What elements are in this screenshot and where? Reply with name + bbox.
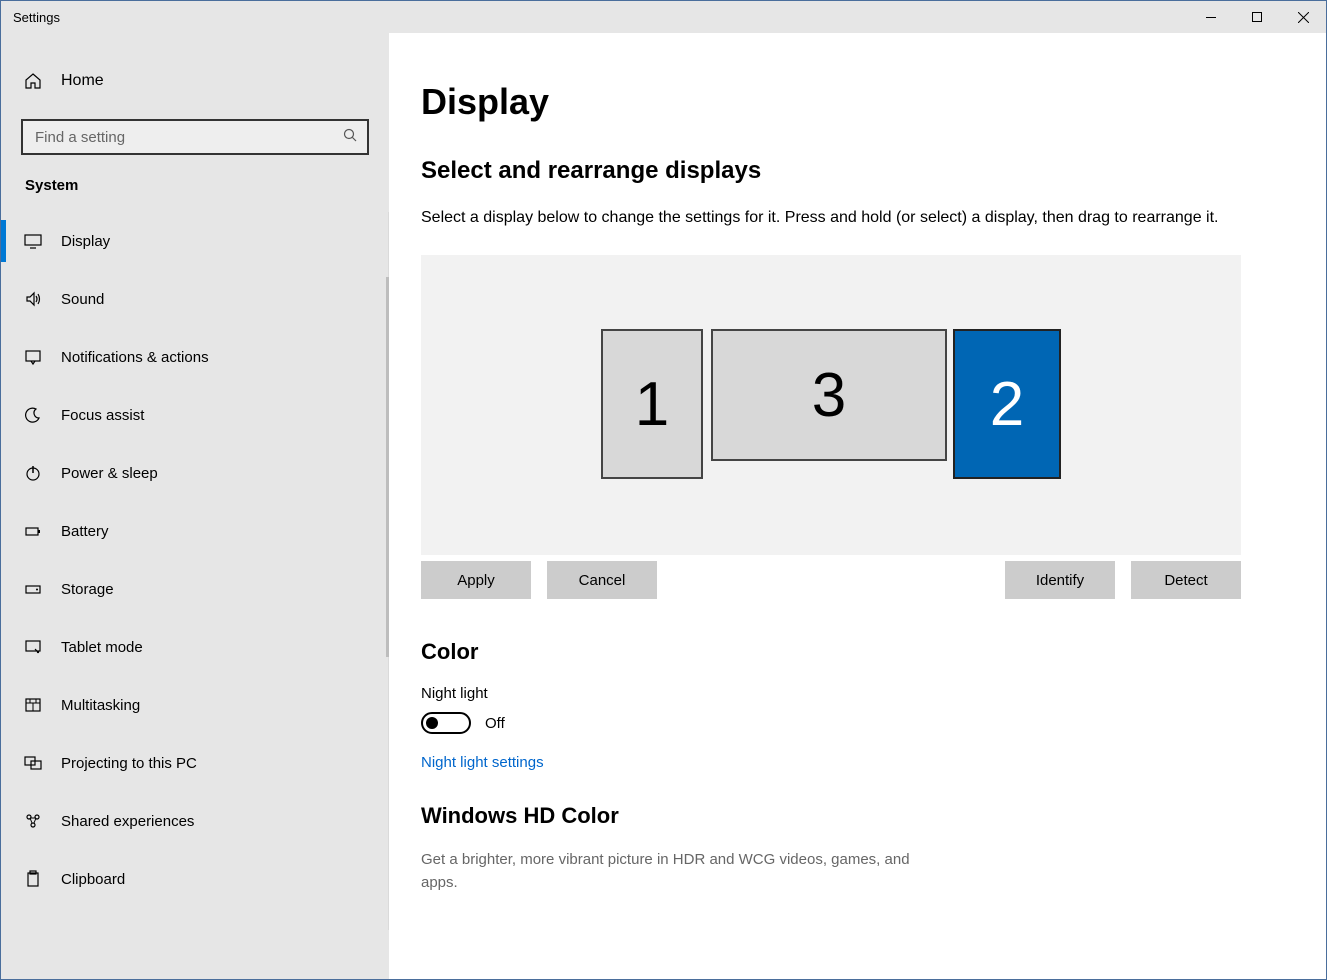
sidebar-item-multitasking[interactable]: Multitasking [1, 676, 388, 734]
sidebar-item-projecting-to-this-pc[interactable]: Projecting to this PC [1, 734, 388, 792]
section-label: System [1, 177, 389, 212]
minimize-icon [1206, 17, 1216, 18]
sidebar-item-label: Multitasking [61, 697, 140, 714]
share-icon [23, 811, 43, 831]
night-light-toggle[interactable] [421, 712, 471, 734]
window-controls [1188, 1, 1326, 33]
sidebar-item-label: Power & sleep [61, 465, 158, 482]
sidebar-item-label: Storage [61, 581, 114, 598]
sidebar-item-label: Battery [61, 523, 109, 540]
sidebar-item-focus-assist[interactable]: Focus assist [1, 386, 388, 444]
moon-icon [23, 405, 43, 425]
search-container [1, 119, 389, 177]
sidebar-item-shared-experiences[interactable]: Shared experiences [1, 792, 388, 850]
sidebar-item-notifications-actions[interactable]: Notifications & actions [1, 328, 388, 386]
identify-button[interactable]: Identify [1005, 561, 1115, 599]
sidebar-item-label: Notifications & actions [61, 349, 209, 366]
sidebar-item-storage[interactable]: Storage [1, 560, 388, 618]
sidebar-item-display[interactable]: Display [1, 212, 388, 270]
sidebar-item-tablet-mode[interactable]: Tablet mode [1, 618, 388, 676]
notify-icon [23, 347, 43, 367]
maximize-button[interactable] [1234, 1, 1280, 33]
sidebar-item-clipboard[interactable]: Clipboard [1, 850, 388, 908]
hdr-description: Get a brighter, more vibrant picture in … [421, 849, 941, 894]
window-title: Settings [13, 10, 60, 25]
search-icon [343, 128, 357, 146]
close-icon [1298, 12, 1309, 23]
hdr-heading: Windows HD Color [421, 803, 1262, 829]
minimize-button[interactable] [1188, 1, 1234, 33]
sidebar-items: Display Sound Notifications & actions Focus… [1, 212, 389, 930]
apply-button[interactable]: Apply [421, 561, 531, 599]
detect-button[interactable]: Detect [1131, 561, 1241, 599]
window-body: Home System Display Sound Notifications & … [1, 33, 1326, 979]
sidebar-item-battery[interactable]: Battery [1, 502, 388, 560]
home-icon [23, 71, 43, 91]
close-button[interactable] [1280, 1, 1326, 33]
battery-icon [23, 521, 43, 541]
cancel-button[interactable]: Cancel [547, 561, 657, 599]
titlebar: Settings [1, 1, 1326, 33]
scrollbar[interactable] [386, 277, 389, 657]
home-label: Home [61, 72, 104, 90]
sidebar-item-label: Tablet mode [61, 639, 143, 656]
color-heading: Color [421, 639, 1262, 665]
page-title: Display [421, 81, 1262, 123]
power-icon [23, 463, 43, 483]
monitor-3[interactable]: 3 [711, 329, 947, 461]
section-heading: Select and rearrange displays [421, 157, 1262, 185]
sidebar-item-power-sleep[interactable]: Power & sleep [1, 444, 388, 502]
tablet-icon [23, 637, 43, 657]
night-light-label: Night light [421, 685, 1262, 702]
sound-icon [23, 289, 43, 309]
sidebar-item-label: Display [61, 233, 110, 250]
sidebar-item-label: Projecting to this PC [61, 755, 197, 772]
search-input[interactable] [21, 119, 369, 155]
main-content: Display Select and rearrange displays Se… [389, 33, 1326, 979]
home-button[interactable]: Home [1, 61, 389, 101]
night-light-toggle-row: Off [421, 712, 1262, 734]
maximize-icon [1252, 12, 1262, 22]
night-light-settings-link[interactable]: Night light settings [421, 754, 544, 771]
monitor-2[interactable]: 2 [953, 329, 1061, 479]
toggle-state-label: Off [485, 715, 505, 732]
display-buttons-row: Apply Cancel Identify Detect [421, 561, 1241, 599]
sidebar-item-sound[interactable]: Sound [1, 270, 388, 328]
toggle-knob-icon [426, 717, 438, 729]
monitor-icon [23, 231, 43, 251]
section-description: Select a display below to change the set… [421, 207, 1251, 229]
sidebar-item-label: Shared experiences [61, 813, 194, 830]
sidebar-item-label: Sound [61, 291, 104, 308]
multi-icon [23, 695, 43, 715]
project-icon [23, 753, 43, 773]
sidebar-item-label: Focus assist [61, 407, 144, 424]
clip-icon [23, 869, 43, 889]
display-arrange-canvas[interactable]: 132 [421, 255, 1241, 555]
sidebar: Home System Display Sound Notifications & … [1, 33, 389, 979]
monitor-1[interactable]: 1 [601, 329, 703, 479]
storage-icon [23, 579, 43, 599]
sidebar-item-label: Clipboard [61, 871, 125, 888]
settings-window: Settings Home [0, 0, 1327, 980]
